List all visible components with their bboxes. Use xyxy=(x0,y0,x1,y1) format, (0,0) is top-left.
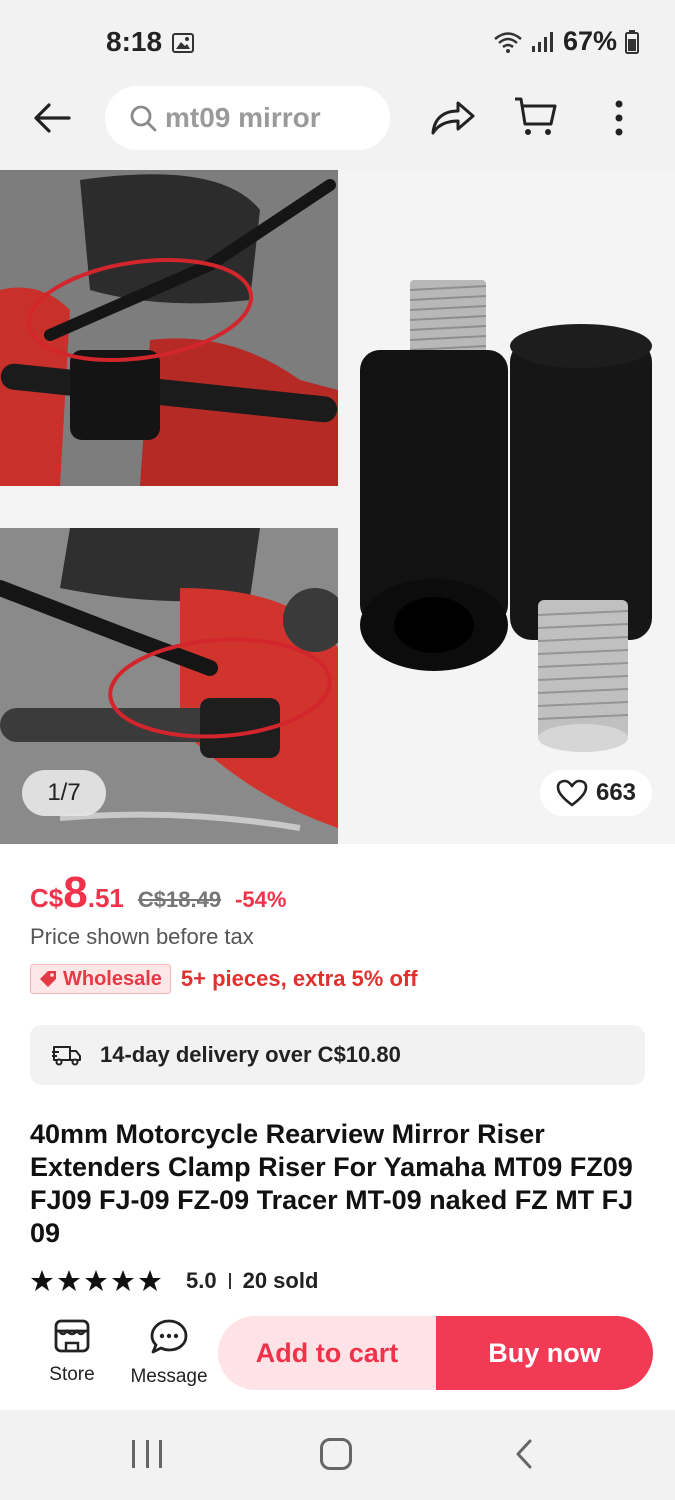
system-back-button[interactable] xyxy=(512,1438,536,1470)
bottom-action-bar: Store Message Add to cart Buy now xyxy=(0,1310,675,1410)
gallery-divider xyxy=(0,486,338,528)
wifi-icon xyxy=(494,31,522,53)
recent-apps-button[interactable] xyxy=(132,1440,162,1468)
share-button[interactable] xyxy=(428,94,478,142)
wholesale-badge: Wholesale xyxy=(30,964,171,994)
delivery-text: 14-day delivery over C$10.80 xyxy=(100,1042,401,1067)
rating-row[interactable]: 5.0 20 sold xyxy=(30,1268,318,1294)
message-label: Message xyxy=(130,1366,208,1387)
star-icon xyxy=(58,1270,80,1291)
product-photo-motorcycle-top xyxy=(0,170,338,486)
wholesale-offer[interactable]: Wholesale 5+ pieces, extra 5% off xyxy=(30,964,418,994)
search-icon xyxy=(130,105,157,132)
heart-icon xyxy=(556,779,588,807)
product-image-gallery[interactable]: 1/7 663 xyxy=(0,170,675,844)
status-bar: 8:18 67% xyxy=(0,0,675,86)
message-button[interactable]: Message xyxy=(128,1318,210,1388)
share-icon xyxy=(431,101,475,135)
delivery-info[interactable]: 14-day delivery over C$10.80 xyxy=(30,1025,645,1085)
search-input[interactable]: mt09 mirror xyxy=(105,86,390,150)
back-arrow-icon xyxy=(34,103,71,133)
cart-button[interactable] xyxy=(510,92,560,142)
top-nav: mt09 mirror xyxy=(0,86,675,170)
store-label: Store xyxy=(49,1364,95,1385)
message-icon xyxy=(150,1319,188,1354)
more-options-button[interactable] xyxy=(604,94,634,142)
battery-percentage: 67% xyxy=(562,26,617,56)
current-price: C$8.51 xyxy=(30,868,124,918)
tag-icon xyxy=(40,971,56,987)
star-icon xyxy=(85,1270,107,1291)
search-query-text: mt09 mirror xyxy=(165,102,321,133)
product-photo-riser-pair xyxy=(338,170,675,844)
store-button[interactable]: Store xyxy=(42,1318,102,1386)
star-rating xyxy=(30,1269,162,1293)
wholesale-label: Wholesale xyxy=(63,967,162,990)
battery-icon xyxy=(625,29,639,54)
price-integer: 8 xyxy=(63,868,88,917)
star-icon xyxy=(112,1270,134,1291)
discount-badge: -54% xyxy=(235,887,287,912)
product-title: 40mm Motorcycle Rearview Mirror Riser Ex… xyxy=(30,1119,634,1248)
status-time: 8:18 xyxy=(106,26,163,57)
system-navigation-bar xyxy=(0,1410,675,1500)
image-icon xyxy=(172,33,194,53)
price-row: C$8.51 C$18.49 -54% xyxy=(30,868,286,918)
delivery-truck-icon xyxy=(52,1046,81,1066)
more-vertical-icon xyxy=(615,100,623,136)
price-currency: C$ xyxy=(30,883,64,913)
price-decimal: .51 xyxy=(87,883,124,913)
back-button[interactable] xyxy=(30,96,74,140)
favorite-count: 663 xyxy=(595,779,637,806)
signal-icon xyxy=(531,31,553,52)
star-icon xyxy=(31,1270,53,1291)
wholesale-offer-text: 5+ pieces, extra 5% off xyxy=(180,966,418,991)
tax-note: Price shown before tax xyxy=(30,924,254,949)
recent-apps-icon xyxy=(132,1440,135,1468)
status-indicators: 67% xyxy=(493,26,639,57)
original-price: C$18.49 xyxy=(137,887,222,912)
gallery-page-indicator: 1/7 xyxy=(22,770,106,816)
buy-now-button[interactable]: Buy now xyxy=(436,1316,653,1390)
star-icon xyxy=(139,1270,161,1291)
store-icon xyxy=(54,1319,90,1353)
home-button[interactable] xyxy=(320,1438,352,1470)
rating-value: 5.0 xyxy=(186,1268,217,1293)
favorite-button[interactable]: 663 xyxy=(540,770,652,816)
cart-icon xyxy=(515,97,557,135)
sold-count: 20 sold xyxy=(242,1268,319,1293)
rating-divider xyxy=(228,1273,231,1289)
chevron-left-icon xyxy=(516,1439,532,1469)
add-to-cart-button[interactable]: Add to cart xyxy=(218,1316,436,1390)
